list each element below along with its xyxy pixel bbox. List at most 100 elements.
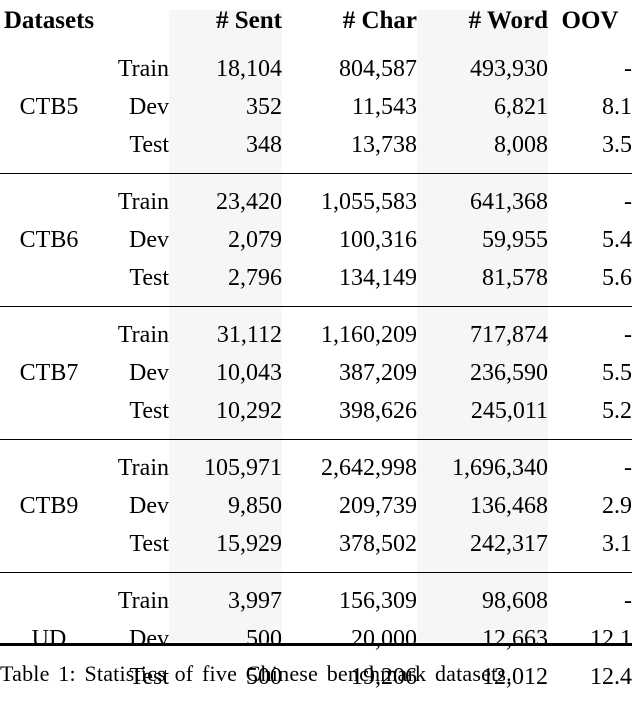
spacer-cell [548,174,632,184]
spacer-cell [548,696,632,705]
dataset-statistics-table: Datasets # Sent # Char # Word OOV CTB5 T… [0,0,632,705]
spacer-cell [169,164,282,174]
split-label: Test [98,525,169,563]
block-spacer [0,696,632,705]
cell-sent: 15,929 [169,525,282,563]
spacer-cell [169,307,282,317]
cell-sent: 23,420 [169,183,282,221]
cell-char: 13,738 [282,126,417,164]
cell-sent: 31,112 [169,316,282,354]
spacer-cell [0,41,98,50]
spacer-cell [548,164,632,174]
spacer-cell [548,307,632,317]
table-caption: Table 1: Statistics of five Chinese benc… [0,660,632,684]
column-header-sent: # Sent [169,0,282,41]
block-spacer [0,563,632,573]
cell-oov: 3.5 [548,126,632,164]
cell-sent: 2,796 [169,259,282,297]
spacer-cell [548,563,632,573]
block-spacer [0,307,632,317]
spacer-cell [417,297,548,307]
cell-char: 378,502 [282,525,417,563]
spacer-cell [98,174,169,184]
cell-word: 12,663 [417,620,548,658]
cell-word: 81,578 [417,259,548,297]
column-header-datasets: Datasets [0,0,98,41]
cell-char: 156,309 [282,582,417,620]
column-header-split [98,0,169,41]
spacer-cell [417,430,548,440]
spacer-cell [0,696,98,705]
cell-oov: 8.1 [548,88,632,126]
cell-sent: 348 [169,126,282,164]
spacer-cell [0,297,98,307]
spacer-cell [169,563,282,573]
spacer-cell [169,573,282,583]
spacer-cell [169,297,282,307]
cell-sent: 9,850 [169,487,282,525]
cell-sent: 10,043 [169,354,282,392]
cell-oov: - [548,316,632,354]
spacer-cell [417,563,548,573]
dataset-block-2: CTB7 Train 31,112 1,160,209 717,874 - De… [0,307,632,440]
spacer-cell [169,41,282,50]
table-row: UD Train 3,997 156,309 98,608 - [0,582,632,620]
dataset-name: CTB7 [0,316,98,430]
spacer-cell [98,696,169,705]
cell-char: 20,000 [282,620,417,658]
spacer-cell [417,440,548,450]
column-header-char: # Char [282,0,417,41]
spacer-cell [98,430,169,440]
spacer-cell [0,573,98,583]
spacer-cell [417,696,548,705]
spacer-cell [282,41,417,50]
cell-char: 1,055,583 [282,183,417,221]
dataset-block-3: CTB9 Train 105,971 2,642,998 1,696,340 -… [0,440,632,573]
cell-oov: 5.2 [548,392,632,430]
cell-oov: - [548,50,632,88]
spacer-cell [169,430,282,440]
table-bottom-rule [0,643,632,646]
cell-word: 1,696,340 [417,449,548,487]
spacer-cell [417,164,548,174]
spacer-cell [548,41,632,50]
split-label: Test [98,392,169,430]
spacer-cell [282,440,417,450]
spacer-cell [548,573,632,583]
split-label: Dev [98,487,169,525]
cell-word: 98,608 [417,582,548,620]
cell-oov: 3.1 [548,525,632,563]
spacer-cell [98,573,169,583]
column-header-oov: OOV [548,0,632,41]
cell-char: 11,543 [282,88,417,126]
cell-oov: 2.9 [548,487,632,525]
cell-char: 387,209 [282,354,417,392]
cell-char: 209,739 [282,487,417,525]
cell-char: 100,316 [282,221,417,259]
block-spacer [0,41,632,50]
cell-sent: 352 [169,88,282,126]
split-label: Train [98,50,169,88]
split-label: Test [98,259,169,297]
split-label: Dev [98,88,169,126]
table-row: CTB6 Train 23,420 1,055,583 641,368 - [0,183,632,221]
dataset-block-1: CTB6 Train 23,420 1,055,583 641,368 - De… [0,174,632,307]
split-label: Train [98,316,169,354]
column-header-word: # Word [417,0,548,41]
spacer-cell [282,164,417,174]
dataset-name: CTB5 [0,50,98,164]
dataset-name: CTB6 [0,183,98,297]
cell-sent: 18,104 [169,50,282,88]
table-figure-page: Datasets # Sent # Char # Word OOV CTB5 T… [0,0,632,684]
cell-word: 245,011 [417,392,548,430]
spacer-cell [98,307,169,317]
cell-char: 2,642,998 [282,449,417,487]
cell-char: 1,160,209 [282,316,417,354]
cell-sent: 10,292 [169,392,282,430]
spacer-cell [169,696,282,705]
cell-word: 242,317 [417,525,548,563]
block-spacer [0,164,632,174]
spacer-cell [417,573,548,583]
header-row: Datasets # Sent # Char # Word OOV [0,0,632,41]
spacer-cell [282,174,417,184]
